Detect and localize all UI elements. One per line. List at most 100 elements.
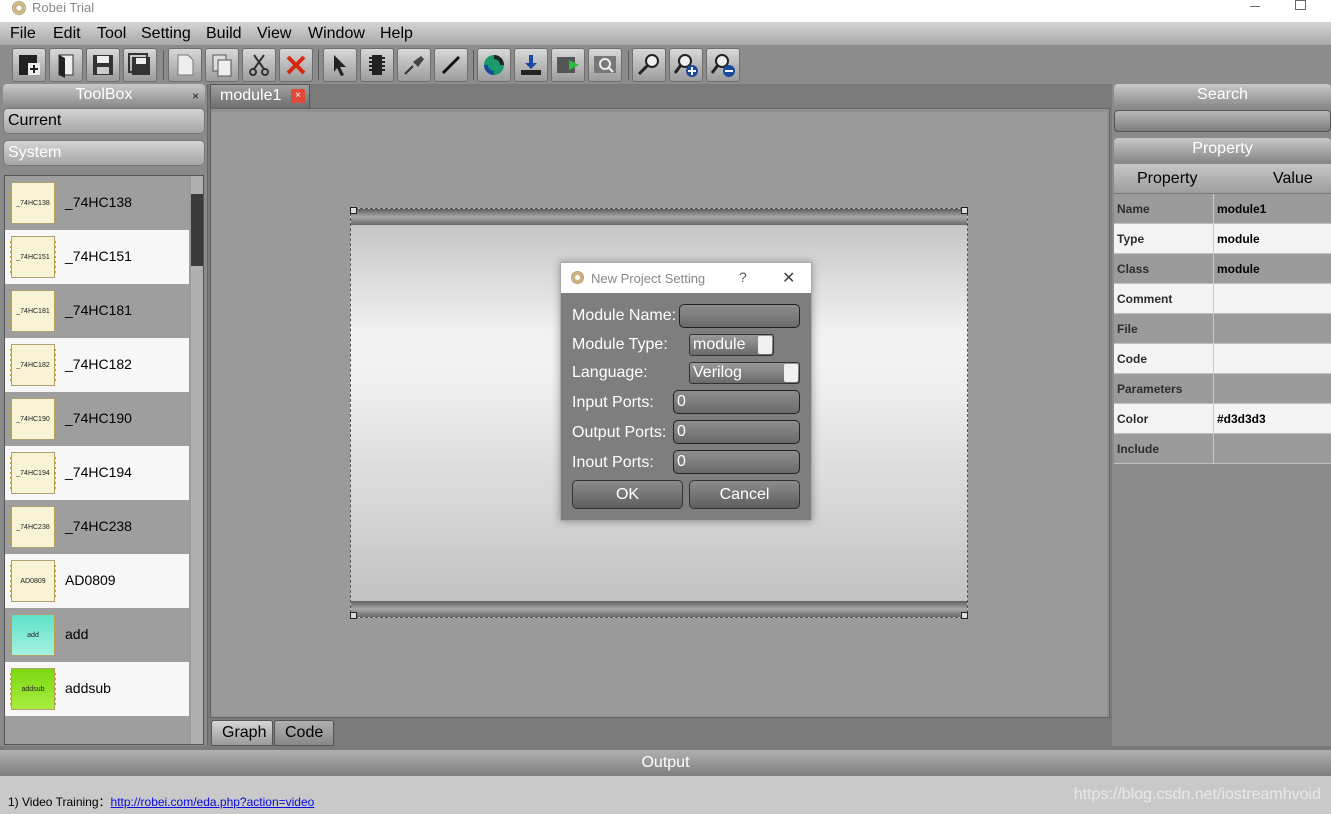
language-value: Verilog — [693, 364, 742, 381]
search-input[interactable] — [1114, 110, 1331, 132]
list-item-label: _74HC238 — [65, 518, 132, 534]
tab-label: module1 — [220, 87, 282, 104]
robei-logo-icon — [571, 271, 584, 284]
download-icon[interactable] — [514, 48, 548, 82]
column-divider — [1213, 344, 1214, 374]
list-item[interactable]: AD0809 AD0809 — [5, 554, 189, 608]
list-item[interactable]: _74HC182 _74HC182 — [5, 338, 189, 392]
list-item[interactable]: addsub addsub — [5, 662, 189, 716]
close-icon[interactable]: ✕ — [782, 268, 795, 288]
section-system[interactable]: System — [3, 140, 205, 166]
module-icon[interactable] — [360, 48, 394, 82]
property-row[interactable]: Color #d3d3d3 — [1114, 404, 1331, 434]
list-item-label: AD0809 — [65, 572, 116, 588]
cancel-button[interactable]: Cancel — [689, 480, 800, 509]
list-item[interactable]: _74HC181 _74HC181 — [5, 284, 189, 338]
list-scrollbar-thumb[interactable] — [191, 194, 203, 266]
menu-window[interactable]: Window — [308, 25, 365, 43]
tab-code[interactable]: Code — [274, 720, 334, 746]
property-row[interactable]: Comment — [1114, 284, 1331, 314]
module-type-select[interactable]: module — [689, 334, 774, 356]
menu-edit[interactable]: Edit — [53, 25, 81, 43]
property-value[interactable]: module1 — [1217, 202, 1266, 216]
input-ports-field[interactable]: 0 — [673, 390, 800, 414]
resize-handle[interactable] — [961, 207, 968, 214]
ok-button[interactable]: OK — [572, 480, 683, 509]
property-name: Color — [1117, 412, 1149, 426]
menu-file[interactable]: File — [10, 25, 36, 43]
save-icon[interactable] — [86, 48, 120, 82]
copy-icon[interactable] — [205, 48, 239, 82]
output-ports-field[interactable]: 0 — [673, 420, 800, 444]
column-divider — [1213, 374, 1214, 404]
toolbar-separator — [628, 50, 629, 80]
property-row[interactable]: Type module — [1114, 224, 1331, 254]
execute-icon[interactable] — [477, 48, 511, 82]
list-item[interactable]: add add — [5, 608, 189, 662]
menu-view[interactable]: View — [257, 25, 291, 43]
pin-icon[interactable] — [397, 48, 431, 82]
help-button[interactable]: ? — [739, 269, 747, 285]
toolbar — [0, 46, 1331, 84]
toolbox-close-button[interactable]: × — [192, 85, 199, 107]
property-value[interactable]: #d3d3d3 — [1217, 412, 1266, 426]
tab-close-icon[interactable]: × — [291, 89, 305, 103]
tab-module1[interactable]: module1 × — [210, 84, 310, 108]
list-item-label: _74HC190 — [65, 410, 132, 426]
section-current[interactable]: Current — [3, 108, 205, 134]
delete-icon[interactable] — [279, 48, 313, 82]
video-training-link[interactable]: http://robei.com/eda.php?action=video — [111, 795, 315, 809]
property-row[interactable]: File — [1114, 314, 1331, 344]
zoom-icon[interactable] — [632, 48, 666, 82]
chip-icon: _74HC238 — [10, 506, 56, 548]
property-row[interactable]: Name module1 — [1114, 194, 1331, 224]
zoom-in-icon[interactable] — [669, 48, 703, 82]
resize-handle[interactable] — [961, 612, 968, 619]
property-row[interactable]: Code — [1114, 344, 1331, 374]
chip-icon: _74HC190 — [10, 398, 56, 440]
language-select[interactable]: Verilog — [689, 362, 800, 384]
open-icon[interactable] — [49, 48, 83, 82]
menu-help[interactable]: Help — [380, 25, 413, 43]
module-top-bar — [351, 209, 967, 225]
property-row[interactable]: Class module — [1114, 254, 1331, 284]
chip-icon: addsub — [10, 668, 56, 710]
toolbox-title: ToolBox — [75, 86, 133, 103]
list-item-label: add — [65, 626, 89, 642]
view-waveform-icon[interactable] — [588, 48, 622, 82]
menu-build[interactable]: Build — [206, 25, 242, 43]
property-row[interactable]: Parameters — [1114, 374, 1331, 404]
new-file-icon[interactable] — [168, 48, 202, 82]
save-all-icon[interactable] — [123, 48, 157, 82]
list-item[interactable]: _74HC138 _74HC138 — [5, 176, 189, 230]
property-table-header: Property Value — [1114, 164, 1331, 194]
menu-bar: File Edit Tool Setting Build View Window… — [0, 22, 1331, 46]
maximize-button[interactable] — [1295, 0, 1306, 10]
inout-ports-field[interactable]: 0 — [673, 450, 800, 474]
property-value[interactable]: module — [1217, 232, 1260, 246]
menu-tool[interactable]: Tool — [97, 25, 126, 43]
list-item[interactable]: _74HC190 _74HC190 — [5, 392, 189, 446]
pointer-icon[interactable] — [323, 48, 357, 82]
component-list: _74HC138 _74HC138 _74HC151 _74HC151 _74H… — [4, 175, 204, 745]
property-value[interactable]: module — [1217, 262, 1260, 276]
resize-handle[interactable] — [350, 207, 357, 214]
simulate-icon[interactable] — [551, 48, 585, 82]
property-row[interactable]: Include — [1114, 434, 1331, 464]
list-item[interactable]: _74HC151 _74HC151 — [5, 230, 189, 284]
list-item[interactable]: _74HC238 _74HC238 — [5, 500, 189, 554]
list-item[interactable]: _74HC194 _74HC194 — [5, 446, 189, 500]
property-name: Include — [1117, 442, 1160, 456]
zoom-out-icon[interactable] — [706, 48, 740, 82]
new-project-icon[interactable] — [12, 48, 46, 82]
module-type-label: Module Type: — [572, 336, 668, 353]
menu-setting[interactable]: Setting — [141, 25, 191, 43]
wire-icon[interactable] — [434, 48, 468, 82]
list-item[interactable] — [5, 716, 189, 744]
column-property: Property — [1137, 170, 1198, 187]
tab-graph[interactable]: Graph — [211, 720, 273, 746]
minimize-button[interactable] — [1250, 0, 1264, 12]
resize-handle[interactable] — [350, 612, 357, 619]
cut-icon[interactable] — [242, 48, 276, 82]
module-name-input[interactable] — [679, 304, 800, 328]
